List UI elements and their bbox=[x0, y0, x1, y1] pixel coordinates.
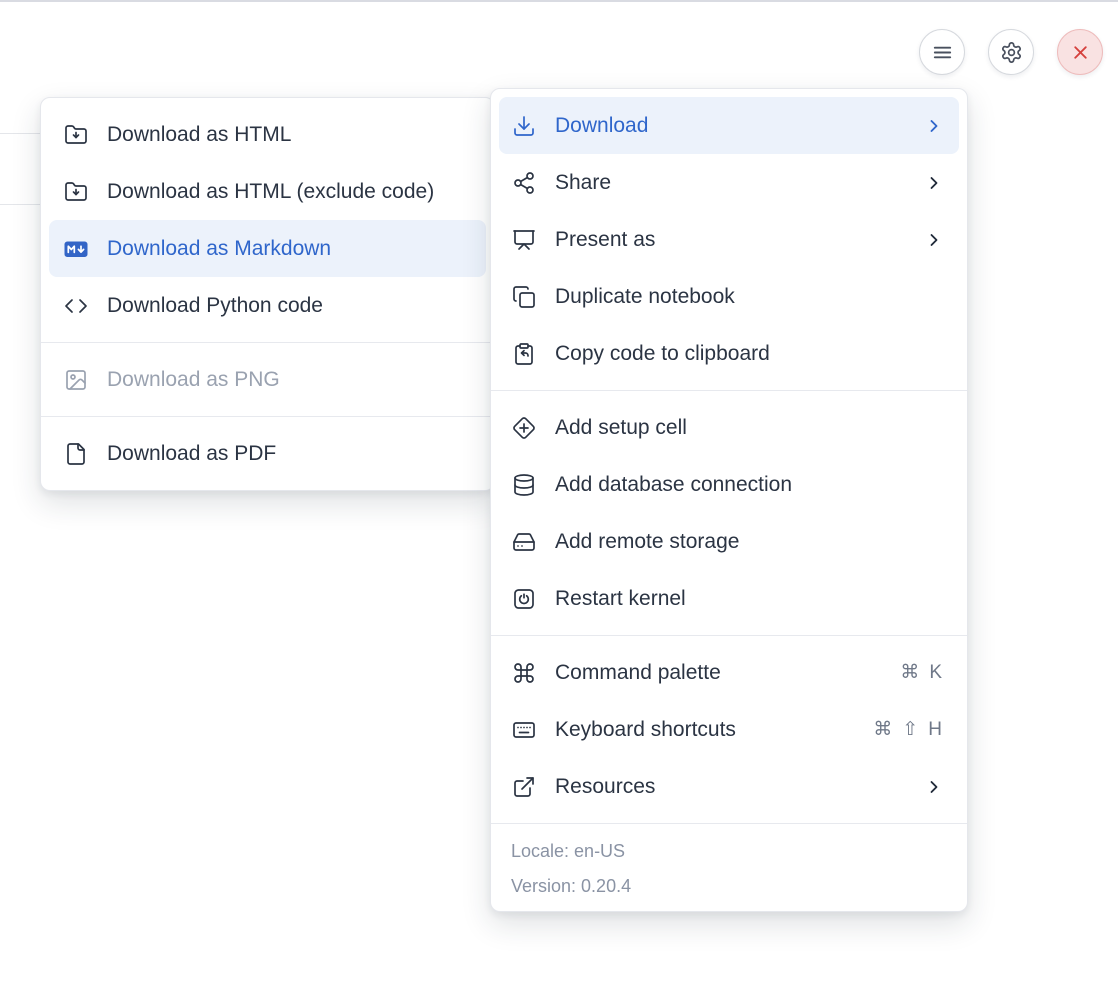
notebook-menu-item-add-remote-storage[interactable]: Add remote storage bbox=[499, 513, 959, 570]
diamond-plus-icon bbox=[512, 416, 536, 440]
notebook-menu: Download Share Present as Duplicate noteboo… bbox=[490, 88, 968, 912]
folder-down-icon bbox=[64, 123, 88, 147]
background-rule-1 bbox=[0, 133, 44, 134]
download-icon bbox=[512, 114, 536, 138]
close-icon bbox=[1070, 42, 1091, 63]
shortcut-key: ⌘ bbox=[900, 663, 919, 682]
notebook-menu-item-add-setup-cell[interactable]: Add setup cell bbox=[499, 399, 959, 456]
shortcut-key: K bbox=[929, 663, 942, 682]
hard-drive-icon bbox=[512, 530, 536, 554]
locale-text: Locale: en-US bbox=[511, 840, 947, 862]
menu-item-label: Share bbox=[555, 172, 905, 193]
background-rule-2 bbox=[0, 204, 44, 205]
menu-item-label: Resources bbox=[555, 776, 905, 797]
share-icon bbox=[512, 171, 536, 195]
notebook-menu-item-copy-code-to-clipboard[interactable]: Copy code to clipboard bbox=[499, 325, 959, 382]
menu-divider bbox=[41, 416, 494, 417]
version-text: Version: 0.20.4 bbox=[511, 875, 947, 897]
notebook-menu-item-download[interactable]: Download bbox=[499, 97, 959, 154]
notebook-menu-item-add-database-connection[interactable]: Add database connection bbox=[499, 456, 959, 513]
menu-divider bbox=[41, 342, 494, 343]
menu-item-label: Keyboard shortcuts bbox=[555, 719, 854, 740]
menu-item-label: Restart kernel bbox=[555, 588, 944, 609]
menu-item-label: Download as PNG bbox=[107, 369, 471, 390]
notebook-menu-item-present-as[interactable]: Present as bbox=[499, 211, 959, 268]
page-top-border bbox=[0, 0, 1118, 2]
image-icon bbox=[64, 368, 88, 392]
menu-item-label: Copy code to clipboard bbox=[555, 343, 944, 364]
download-submenu-item-download-as-png: Download as PNG bbox=[49, 351, 486, 408]
menu-button[interactable] bbox=[919, 29, 965, 75]
markdown-icon bbox=[64, 237, 88, 261]
menu-item-label: Download as HTML (exclude code) bbox=[107, 181, 471, 202]
menu-item-label: Download as HTML bbox=[107, 124, 471, 145]
power-icon bbox=[512, 587, 536, 611]
chevron-right-icon bbox=[924, 777, 944, 797]
notebook-menu-item-share[interactable]: Share bbox=[499, 154, 959, 211]
download-submenu-item-download-python-code[interactable]: Download Python code bbox=[49, 277, 486, 334]
menu-divider bbox=[491, 635, 967, 636]
menu-item-label: Download Python code bbox=[107, 295, 471, 316]
menu-item-label: Download as Markdown bbox=[107, 238, 471, 259]
download-submenu-item-download-as-html[interactable]: Download as HTML bbox=[49, 106, 486, 163]
chevron-right-icon bbox=[924, 116, 944, 136]
chevron-right-icon bbox=[924, 173, 944, 193]
menu-item-label: Duplicate notebook bbox=[555, 286, 944, 307]
shortcut-key: H bbox=[928, 720, 942, 739]
shortcut-key: ⌘ bbox=[873, 720, 892, 739]
menu-divider bbox=[491, 390, 967, 391]
folder-down-icon bbox=[64, 180, 88, 204]
file-icon bbox=[64, 442, 88, 466]
database-icon bbox=[512, 473, 536, 497]
hamburger-icon bbox=[931, 41, 954, 64]
notebook-menu-item-resources[interactable]: Resources bbox=[499, 758, 959, 815]
menu-item-label: Add setup cell bbox=[555, 417, 944, 438]
notebook-action-buttons bbox=[919, 29, 1103, 75]
download-submenu-item-download-as-html-exclude-code[interactable]: Download as HTML (exclude code) bbox=[49, 163, 486, 220]
notebook-menu-item-command-palette[interactable]: Command palette⌘K bbox=[499, 644, 959, 701]
download-submenu-item-download-as-pdf[interactable]: Download as PDF bbox=[49, 425, 486, 482]
notebook-menu-item-restart-kernel[interactable]: Restart kernel bbox=[499, 570, 959, 627]
menu-item-label: Command palette bbox=[555, 662, 881, 683]
app-screen: Download as HTML Download as HTML (exclud… bbox=[0, 0, 1118, 984]
menu-item-label: Add database connection bbox=[555, 474, 944, 495]
download-submenu-item-download-as-markdown[interactable]: Download as Markdown bbox=[49, 220, 486, 277]
menu-item-label: Download as PDF bbox=[107, 443, 471, 464]
menu-footer: Locale: en-US Version: 0.20.4 bbox=[491, 823, 967, 903]
external-link-icon bbox=[512, 775, 536, 799]
command-icon bbox=[512, 661, 536, 685]
menu-item-label: Add remote storage bbox=[555, 531, 944, 552]
menu-item-label: Download bbox=[555, 115, 905, 136]
copy-icon bbox=[512, 285, 536, 309]
menu-item-label: Present as bbox=[555, 229, 905, 250]
gear-icon bbox=[1000, 41, 1023, 64]
shortcut-key: ⇧ bbox=[902, 720, 918, 739]
settings-button[interactable] bbox=[988, 29, 1034, 75]
code-icon bbox=[64, 294, 88, 318]
keyboard-icon bbox=[512, 718, 536, 742]
presentation-icon bbox=[512, 228, 536, 252]
download-submenu: Download as HTML Download as HTML (exclud… bbox=[40, 97, 495, 491]
notebook-menu-item-keyboard-shortcuts[interactable]: Keyboard shortcuts ⌘ ⇧ H bbox=[499, 701, 959, 758]
keyboard-shortcut-hint: ⌘ ⇧ H bbox=[873, 720, 942, 739]
notebook-menu-item-duplicate-notebook[interactable]: Duplicate notebook bbox=[499, 268, 959, 325]
close-button[interactable] bbox=[1057, 29, 1103, 75]
keyboard-shortcut-hint: ⌘K bbox=[900, 663, 942, 682]
chevron-right-icon bbox=[924, 230, 944, 250]
clipboard-copy-icon bbox=[512, 342, 536, 366]
